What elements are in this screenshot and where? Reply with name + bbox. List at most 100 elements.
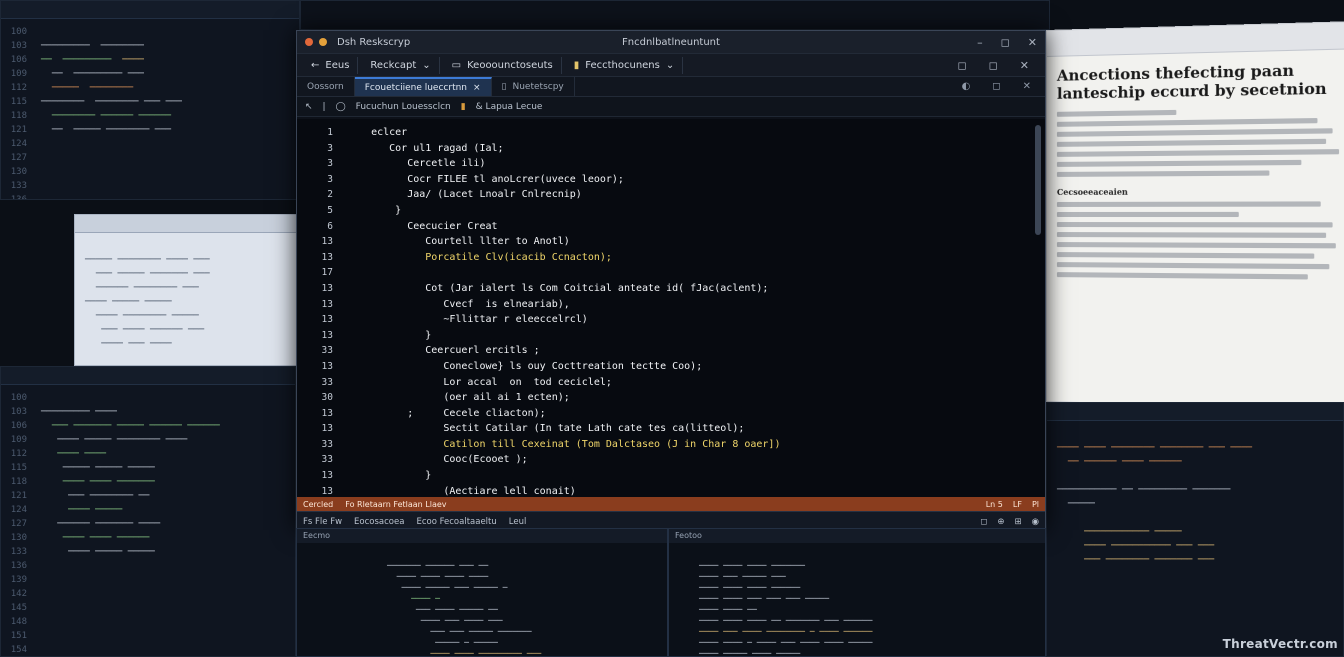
code-line[interactable]: Coneclowe} ls ouy Cocttreation tectte Co…: [347, 359, 1025, 375]
code-line[interactable]: ; Cecele cliacton);: [347, 406, 1025, 422]
editor-scrollbar[interactable]: [1035, 125, 1041, 235]
document-subheading: Cecsoeeaceaien: [1056, 186, 1128, 197]
code-line[interactable]: Cooc(Ecooet );: [347, 452, 1025, 468]
code-line[interactable]: (Aectiare lell conait): [347, 484, 1025, 497]
document-text-line: [1056, 272, 1308, 280]
code-line[interactable]: Cercetle ili): [347, 156, 1025, 172]
breadcrumb: ↖ | ◯ Fucuchun Louessclcn ▮ & Lapua Lecu…: [297, 97, 1045, 117]
editor-tab-bar: Oossorn Fcouetciiene lueccrtnn × ▯ Nuete…: [297, 77, 1045, 97]
chevron-down-icon: ⌄: [665, 59, 675, 71]
window-minimize-dot[interactable]: [319, 38, 327, 46]
line-number: 13: [321, 251, 333, 263]
arrow-left-icon: ←: [311, 59, 320, 71]
panel-tab[interactable]: Ecoo Fecoaltaaeltu: [416, 517, 496, 527]
tab-active-file[interactable]: Fcouetciiene lueccrtnn ×: [354, 77, 492, 96]
code-line[interactable]: Cvecf is elneariab),: [347, 297, 1025, 313]
close-icon[interactable]: ✕: [1028, 36, 1037, 49]
background-terminal-right: ──── ──── ──────── ──────── ─── ──── ── …: [1046, 402, 1344, 657]
background-terminal-bar: [1047, 403, 1343, 421]
status-item[interactable]: LF: [1013, 500, 1022, 509]
panel-icon[interactable]: ◻: [989, 59, 998, 72]
code-line[interactable]: ~Fllittar r eleeccelrcl): [347, 312, 1025, 328]
menu-item-documents[interactable]: ▮ Feccthocunens ⌄: [566, 56, 684, 74]
status-item[interactable]: Fo Rletaarn Fetlaan Llaev: [345, 500, 446, 509]
tab-oossorn[interactable]: Oossorn: [297, 77, 355, 96]
code-line[interactable]: }: [347, 203, 1025, 219]
code-line[interactable]: Ceercuerl ercitls ;: [347, 343, 1025, 359]
panel-tab[interactable]: Eocosacoea: [354, 517, 404, 527]
code-line[interactable]: eclcer: [347, 125, 1025, 141]
bottom-right-code: ──── ──── ──── ─────── ──── ─── ───── ──…: [699, 561, 873, 657]
maximize-icon[interactable]: ◻: [1001, 36, 1010, 49]
light-window-bar: [75, 215, 297, 233]
code-line[interactable]: Sectit Catilar (In tate Lath cate tes ca…: [347, 421, 1025, 437]
book-icon: ▮: [573, 59, 580, 71]
code-line[interactable]: Cor ul1 ragad (Ial;: [347, 141, 1025, 157]
code-editor[interactable]: 1 3 3 3 2 5 6 13 13 17 13 13 13 13 33 13 33 30 13 13 33 33 13 1…: [297, 119, 1045, 497]
code-line[interactable]: Ceecucier Creat: [347, 219, 1025, 235]
code-line[interactable]: Porcatile Clv(icacib Ccnacton);: [347, 250, 1025, 266]
line-number: 13: [321, 236, 333, 248]
code-line[interactable]: Lor accal on tod ceciclel;: [347, 375, 1025, 391]
document-title: Ancections thefecting paan lanteschip ec…: [1056, 61, 1327, 103]
code-line[interactable]: }: [347, 328, 1025, 344]
breadcrumb-segment[interactable]: & Lapua Lecue: [476, 102, 543, 112]
code-line[interactable]: Catilon till Cexeinat (Tom Dalctaseo (J …: [347, 437, 1025, 453]
panel-record-icon[interactable]: ◉: [1032, 517, 1039, 527]
line-number: 1: [327, 127, 333, 138]
close-tab-icon[interactable]: ×: [473, 83, 481, 93]
line-number: 30: [321, 392, 333, 404]
bottom-left-pane: Eecmo ─────── ────── ─── ── ──── ──── ──…: [296, 528, 668, 657]
minimize-icon[interactable]: –: [977, 36, 983, 49]
close-editor-icon[interactable]: ✕: [1023, 81, 1031, 92]
document-text-line: [1056, 232, 1327, 238]
code-line[interactable]: [347, 265, 1025, 281]
document-text-line: [1056, 149, 1340, 157]
chevron-down-icon: ⌄: [422, 59, 431, 71]
status-item[interactable]: Ln 5: [986, 500, 1003, 509]
panel-add-icon[interactable]: ⊕: [997, 517, 1004, 527]
line-number: 13: [321, 470, 333, 482]
status-item[interactable]: Cercled: [303, 500, 333, 509]
line-number: 13: [321, 282, 333, 294]
panel-grid-icon[interactable]: ⊞: [1014, 517, 1021, 527]
document-text-line: [1056, 159, 1302, 167]
code-line[interactable]: (oer ail ai 1 ecten);: [347, 390, 1025, 406]
line-number: 17: [321, 267, 333, 279]
background-editor-left-bar: [1, 367, 295, 385]
navigate-back-icon[interactable]: ↖: [305, 102, 313, 112]
line-number: 33: [321, 376, 333, 388]
window-close-dot[interactable]: [305, 38, 313, 46]
menu-item-reckcapt[interactable]: Reckcapt ⌄: [362, 56, 440, 74]
menu-item-back[interactable]: ← Eeus: [303, 56, 359, 74]
code-line[interactable]: }: [347, 468, 1025, 484]
code-line[interactable]: Jaa/ (Lacet Lnoalr Cnlrecnip): [347, 187, 1025, 203]
more-actions-icon[interactable]: ◻: [992, 81, 1000, 92]
separator-icon: |: [322, 101, 326, 112]
background-gutter: 100 103 106 109 112 115 118 121 124 127 …: [10, 27, 27, 200]
code-content[interactable]: eclcer Cor ul1 ragad (Ial; Cercetle ili)…: [347, 119, 1025, 497]
background-pane-top-strip: [300, 0, 1050, 30]
code-line[interactable]: Courtell llter to Anotl): [347, 234, 1025, 250]
split-editor-icon[interactable]: ◐: [962, 81, 971, 92]
breadcrumb-segment[interactable]: Fucuchun Louessclcn: [356, 102, 451, 112]
code-line[interactable]: Cocr FILEE tl anoLcrer(uvece leoor);: [347, 172, 1025, 188]
close-panel-icon[interactable]: ✕: [1020, 59, 1029, 72]
line-number: 2: [327, 189, 333, 201]
menu-item-folder[interactable]: ▭ Keooounctoseuts: [444, 56, 562, 74]
tab-label: Oossorn: [307, 81, 344, 92]
document-text-line: [1056, 242, 1337, 249]
menu-item-label: Eeus: [325, 59, 350, 71]
line-number: 13: [321, 485, 333, 497]
code-line[interactable]: Cot (Jar ialert ls Com Coitcial anteate …: [347, 281, 1025, 297]
restore-icon[interactable]: ◻: [958, 59, 967, 72]
status-item[interactable]: Pl: [1032, 500, 1039, 509]
panel-tab[interactable]: Fs Fle Fw: [303, 517, 342, 527]
line-number: 13: [321, 407, 333, 419]
panel-maximize-icon[interactable]: ◻: [980, 517, 987, 527]
panel-tab[interactable]: Leul: [509, 517, 527, 527]
line-number: 33: [321, 345, 333, 357]
document-text-line: [1056, 201, 1321, 207]
refresh-icon[interactable]: ◯: [336, 102, 346, 112]
tab-nuetetscpy[interactable]: ▯ Nuetetscpy: [492, 77, 575, 96]
